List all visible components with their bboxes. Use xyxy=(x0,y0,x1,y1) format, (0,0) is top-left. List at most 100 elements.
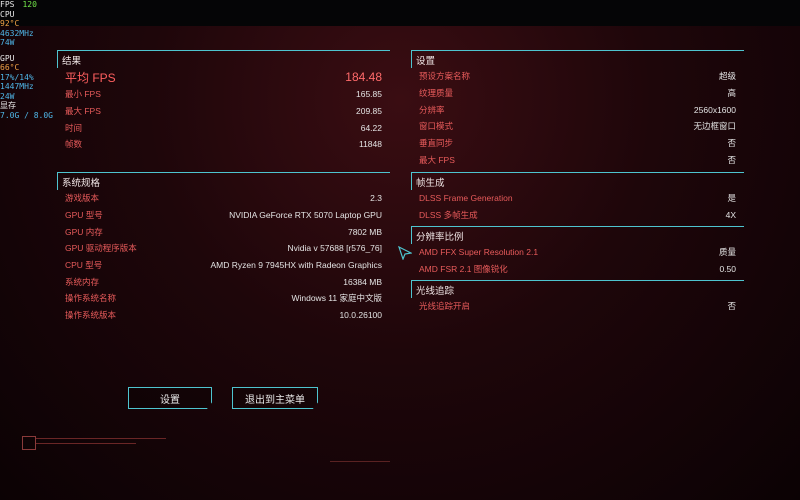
spec-key: CPU 型号 xyxy=(65,260,103,271)
overlay-gpu-clock: 1447MHz xyxy=(0,82,34,91)
setting-row: 最大 FPS 否 xyxy=(411,151,744,168)
frames-value: 11848 xyxy=(358,139,382,150)
overlay-cpu-power: 74W xyxy=(0,38,15,47)
raytracing-title: 光线追踪 xyxy=(411,280,744,298)
performance-overlay: FPS 120 CPU 92°C 4632MHz 74W GPU 66°C 17%… xyxy=(0,0,53,120)
settings-panel: 设置 预设方案名称 超级 纹理质量 高 分辨率 2560x1600 窗口模式 无边框窗口… xyxy=(411,50,744,168)
settings-title: 设置 xyxy=(411,50,744,68)
spec-key: GPU 型号 xyxy=(65,210,103,221)
spec-key: GPU 内存 xyxy=(65,226,103,237)
avg-fps-value: 184.48 xyxy=(345,70,382,84)
spec-key: 游戏版本 xyxy=(65,193,100,204)
spec-key: GPU 驱动程序版本 xyxy=(65,243,137,254)
frames-label: 帧数 xyxy=(65,139,83,150)
spec-key: 操作系统版本 xyxy=(65,310,117,321)
overlay-cpu-temp: 92°C xyxy=(0,19,20,28)
overlay-gpu-usage: 17%/14% xyxy=(0,72,34,82)
framegen-value: 是 xyxy=(727,193,736,204)
raytracing-key: 光线追踪开启 xyxy=(419,301,471,312)
setting-key: 分辨率 xyxy=(419,104,445,115)
time-row: 时间 64.22 xyxy=(57,119,390,136)
spec-key: 操作系统名称 xyxy=(65,293,117,304)
setting-key: 最大 FPS xyxy=(419,154,455,165)
overlay-fps-value: 120 xyxy=(22,0,37,9)
resscale-value: 质量 xyxy=(718,247,736,258)
framegen-row: DLSS Frame Generation 是 xyxy=(411,190,744,207)
setting-value: 无边框窗口 xyxy=(693,121,736,132)
raytracing-row: 光线追踪开启 否 xyxy=(411,298,744,315)
setting-value: 否 xyxy=(727,154,736,165)
spec-value: NVIDIA GeForce RTX 5070 Laptop GPU xyxy=(229,210,382,221)
spec-value: Nvidia v 57688 [r576_76] xyxy=(287,243,382,254)
framegen-key: DLSS 多帧生成 xyxy=(419,210,478,221)
min-fps-value: 165.85 xyxy=(356,89,382,100)
resscale-panel: 分辨率比例 AMD FFX Super Resolution 2.1 质量 AMD… xyxy=(411,226,744,277)
spec-value: AMD Ryzen 9 7945HX with Radeon Graphics xyxy=(210,260,383,271)
settings-button[interactable]: 设置 xyxy=(128,387,212,409)
spec-value: 10.0.26100 xyxy=(339,310,382,321)
max-fps-value: 209.85 xyxy=(356,106,382,117)
setting-row: 预设方案名称 超级 xyxy=(411,68,744,85)
spec-row: GPU 驱动程序版本 Nvidia v 57688 [r576_76] xyxy=(57,240,390,257)
framegen-value: 4X xyxy=(725,210,736,221)
min-fps-label: 最小 FPS xyxy=(65,89,101,100)
resscale-value: 0.50 xyxy=(719,264,736,275)
spec-row: GPU 内存 7802 MB xyxy=(57,223,390,240)
raytracing-panel: 光线追踪 光线追踪开启 否 xyxy=(411,280,744,315)
overlay-cpu-label: CPU xyxy=(0,9,15,19)
overlay-gpu-temp: 66°C xyxy=(0,63,20,72)
setting-row: 分辨率 2560x1600 xyxy=(411,101,744,118)
spec-row: 系统内存 16384 MB xyxy=(57,273,390,290)
avg-fps-row: 平均 FPS 184.48 xyxy=(57,68,390,86)
decorative-divider xyxy=(36,438,166,439)
overlay-vram-label: 显存 xyxy=(0,101,16,110)
spec-key: 系统内存 xyxy=(65,276,100,287)
setting-row: 窗口模式 无边框窗口 xyxy=(411,118,744,135)
setting-key: 窗口模式 xyxy=(419,121,454,132)
spec-value: Windows 11 家庭中文版 xyxy=(291,293,382,304)
max-fps-label: 最大 FPS xyxy=(65,106,101,117)
resscale-row: AMD FSR 2.1 图像锐化 0.50 xyxy=(411,261,744,278)
overlay-vram-value: 7.0G / 8.0G xyxy=(0,110,53,120)
decorative-divider xyxy=(330,461,390,462)
time-value: 64.22 xyxy=(360,122,382,133)
specs-panel: 系统规格 游戏版本 2.3 GPU 型号 NVIDIA GeForce RTX 50… xyxy=(57,172,390,324)
specs-title: 系统规格 xyxy=(57,172,390,190)
overlay-gpu-label: GPU xyxy=(0,53,15,63)
spec-value: 16384 MB xyxy=(343,276,382,287)
min-fps-row: 最小 FPS 165.85 xyxy=(57,86,390,103)
spec-row: 游戏版本 2.3 xyxy=(57,190,390,207)
setting-value: 2560x1600 xyxy=(693,104,736,115)
overlay-gpu-power: 24W xyxy=(0,91,15,101)
setting-value: 超级 xyxy=(718,71,736,82)
resscale-key: AMD FFX Super Resolution 2.1 xyxy=(419,247,539,258)
spec-row: CPU 型号 AMD Ryzen 9 7945HX with Radeon Gra… xyxy=(57,257,390,274)
spec-value: 7802 MB xyxy=(347,226,382,237)
framegen-panel: 帧生成 DLSS Frame Generation 是 DLSS 多帧生成 4X xyxy=(411,172,744,223)
mouse-cursor-icon xyxy=(398,246,412,260)
spec-value: 2.3 xyxy=(370,193,382,204)
setting-key: 纹理质量 xyxy=(419,88,454,99)
framegen-row: DLSS 多帧生成 4X xyxy=(411,207,744,224)
overlay-cpu-clock: 4632MHz xyxy=(0,28,34,38)
frames-row: 帧数 11848 xyxy=(57,136,390,153)
spec-row: GPU 型号 NVIDIA GeForce RTX 5070 Laptop GPU xyxy=(57,207,390,224)
top-bar xyxy=(0,0,800,26)
setting-value: 高 xyxy=(727,88,736,99)
spec-row: 操作系统名称 Windows 11 家庭中文版 xyxy=(57,290,390,307)
setting-row: 纹理质量 高 xyxy=(411,85,744,102)
setting-key: 垂直同步 xyxy=(419,138,454,149)
framegen-key: DLSS Frame Generation xyxy=(419,193,513,204)
resscale-title: 分辨率比例 xyxy=(411,226,744,244)
avg-fps-label: 平均 FPS xyxy=(65,70,116,85)
resscale-key: AMD FSR 2.1 图像锐化 xyxy=(419,264,508,275)
overlay-fps-label: FPS xyxy=(0,0,15,9)
decorative-divider xyxy=(36,443,136,444)
setting-value: 否 xyxy=(727,138,736,149)
decorative-corner-mark xyxy=(22,436,36,450)
exit-to-main-menu-button[interactable]: 退出到主菜单 xyxy=(232,387,318,409)
resscale-row: AMD FFX Super Resolution 2.1 质量 xyxy=(411,244,744,261)
time-label: 时间 xyxy=(65,122,83,133)
results-title: 结果 xyxy=(57,50,390,68)
framegen-title: 帧生成 xyxy=(411,172,744,190)
